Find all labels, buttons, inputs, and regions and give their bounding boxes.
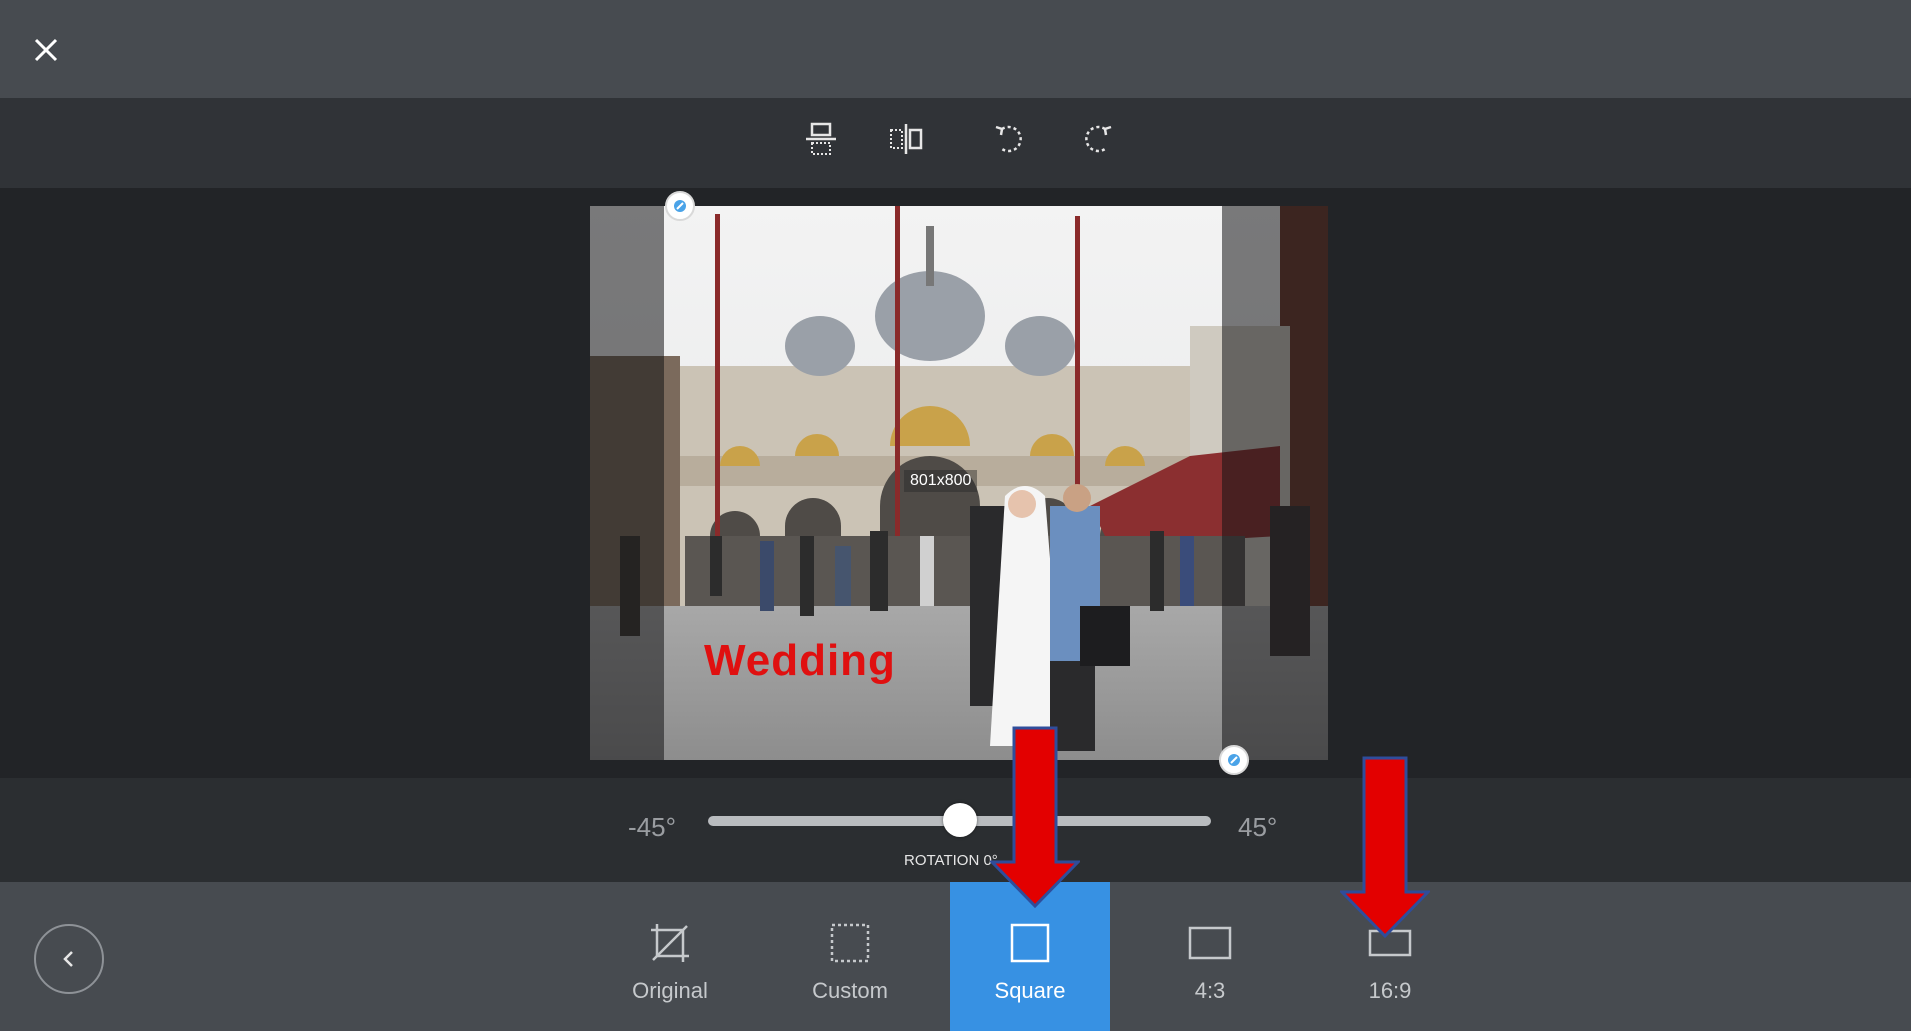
rotate-left-icon <box>995 125 1022 153</box>
ratio-4-3-label: 4:3 <box>1194 978 1226 1003</box>
rotation-caption: ROTATION 0° <box>904 852 998 869</box>
ratio-square-label: Square <box>994 978 1066 1003</box>
ratio-4-3-button[interactable]: 4:3 <box>1130 882 1290 1031</box>
transform-toolbar <box>0 98 1911 188</box>
ratio-square-button[interactable]: Square <box>950 882 1110 1031</box>
flip-horizontal-button[interactable] <box>882 115 930 163</box>
close-button[interactable] <box>28 32 64 68</box>
top-bar <box>0 0 1911 98</box>
crop-size-label: 801x800 <box>904 470 978 492</box>
ratio-custom-button[interactable]: Custom <box>770 882 930 1031</box>
ratio-original-button[interactable]: Original <box>590 882 750 1031</box>
ratio-16-9-label: 16:9 <box>1368 978 1412 1003</box>
flip-vertical-icon <box>806 122 836 155</box>
ratio-16-9-button[interactable]: 16:9 <box>1310 882 1470 1031</box>
rotation-min-label: -45° <box>628 812 676 842</box>
flip-horizontal-icon <box>890 124 923 154</box>
rotation-slider-knob[interactable] <box>942 803 977 837</box>
crop-handle-top-left[interactable] <box>665 191 695 221</box>
rotation-max-label: 45° <box>1238 812 1278 842</box>
ratio-custom-label: Custom <box>812 978 888 1003</box>
original-crop-icon <box>651 924 689 962</box>
resize-icon <box>1228 754 1240 766</box>
ratio-4-3-icon <box>1188 926 1232 960</box>
rotate-left-button[interactable] <box>986 115 1034 163</box>
rotate-right-icon <box>1085 125 1112 153</box>
ratio-16-9-icon <box>1368 929 1412 957</box>
ratio-original-label: Original <box>632 978 708 1003</box>
close-icon <box>34 38 58 62</box>
resize-icon <box>674 200 686 212</box>
flip-vertical-button[interactable] <box>797 115 845 163</box>
photo-caption-text: Wedding <box>704 636 896 685</box>
square-crop-icon <box>1010 923 1050 963</box>
custom-crop-icon <box>830 923 870 963</box>
back-button[interactable] <box>34 924 104 994</box>
rotate-right-button[interactable] <box>1073 115 1121 163</box>
chevron-left-icon <box>63 951 73 967</box>
crop-handle-bottom-right[interactable] <box>1219 745 1249 775</box>
